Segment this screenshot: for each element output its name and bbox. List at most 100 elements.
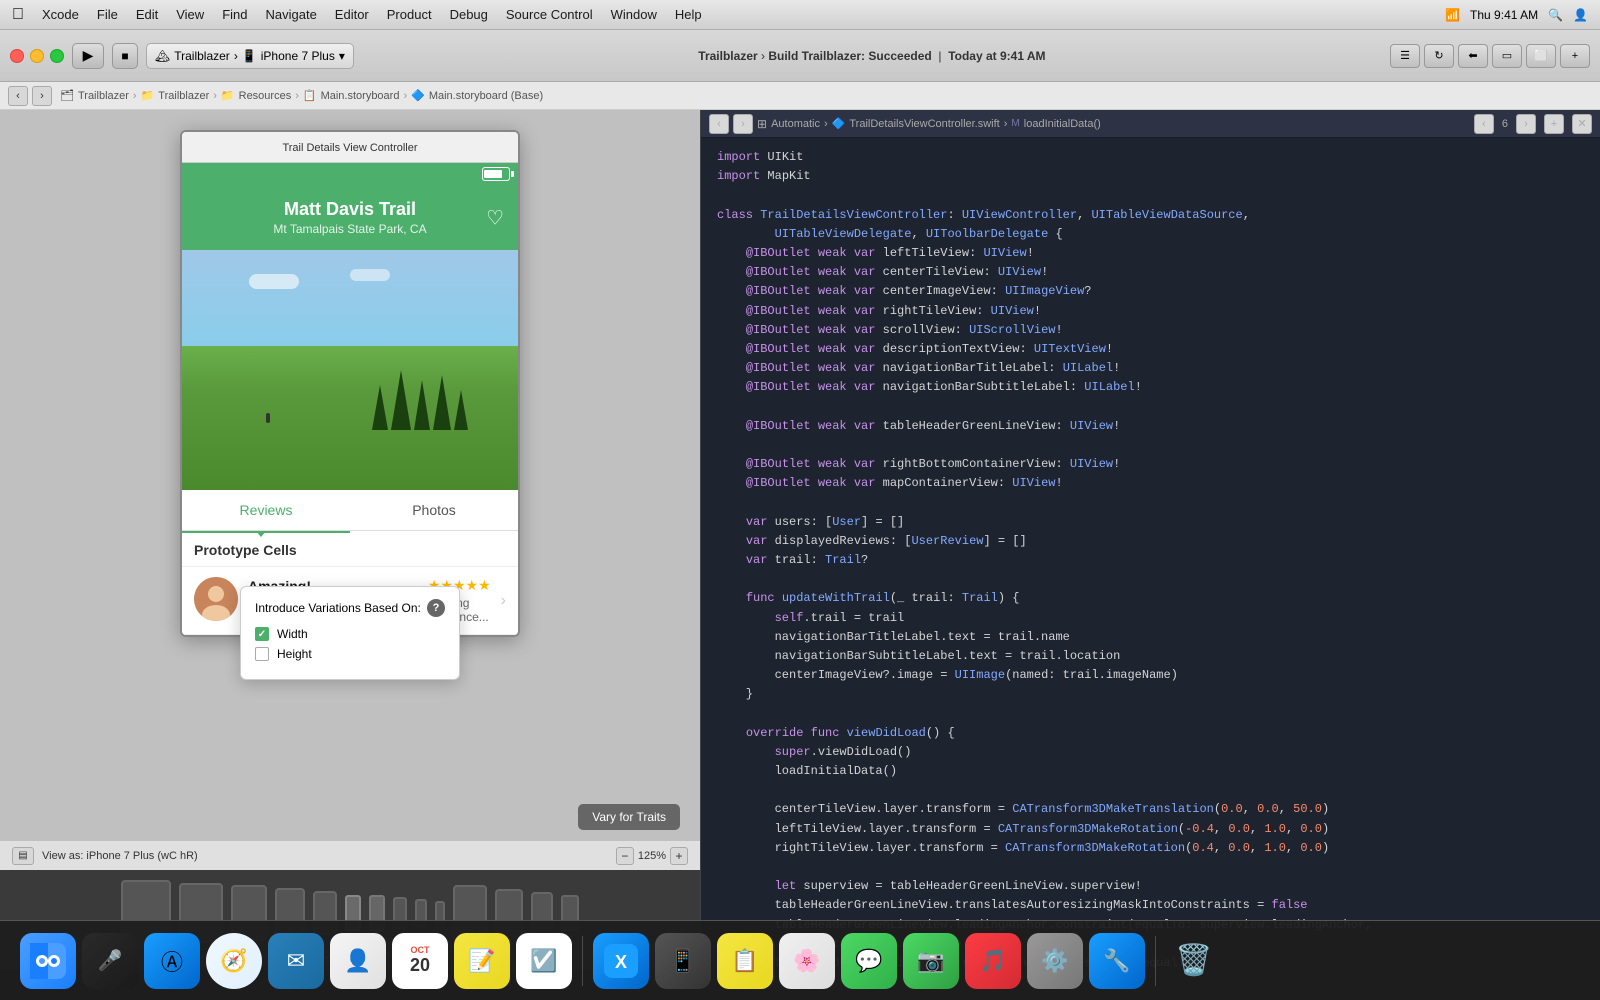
dock-xcode[interactable]: X — [593, 933, 649, 989]
breadcrumb-item-1[interactable]: Trailblazer — [78, 90, 129, 102]
code-nav-next[interactable]: › — [733, 114, 753, 134]
trail-image — [182, 250, 518, 490]
tooltip-option-height[interactable]: Height — [255, 647, 445, 661]
help-icon[interactable]: ? — [427, 599, 445, 617]
add-pane-button[interactable]: + — [1560, 44, 1590, 68]
dock-siri[interactable]: 🎤 — [82, 933, 138, 989]
layout-list-button[interactable]: ☰ — [1390, 44, 1420, 68]
split-pane-button[interactable]: ⬜ — [1526, 44, 1556, 68]
zoom-in-button[interactable]: + — [670, 847, 688, 865]
finder-icon — [30, 943, 66, 979]
checkmark-icon: ✓ — [258, 629, 266, 640]
dock-photos[interactable]: 🌸 — [779, 933, 835, 989]
minimize-button[interactable] — [30, 49, 44, 63]
build-label: Build Trailblazer: — [768, 49, 865, 63]
dock-notes[interactable]: 📝 — [454, 933, 510, 989]
menu-debug[interactable]: Debug — [450, 7, 488, 22]
height-label: Height — [277, 647, 312, 661]
code-line: class TrailDetailsViewController: UIView… — [717, 206, 1584, 225]
panel-toggle-button[interactable]: ▤ — [12, 847, 34, 865]
dev-icon: 🔧 — [1103, 948, 1130, 974]
run-button[interactable]: ▶ — [72, 43, 104, 69]
menu-source-control[interactable]: Source Control — [506, 7, 593, 22]
menu-xcode[interactable]: Xcode — [42, 7, 79, 22]
build-status-area: Trailblazer › Build Trailblazer: Succeed… — [362, 49, 1382, 63]
code-line: @IBOutlet weak var scrollView: UIScrollV… — [717, 321, 1584, 340]
scheme-selector[interactable]: 🏔 Trailblazer › 📱 iPhone 7 Plus ▾ — [146, 43, 354, 69]
code-next-issue[interactable]: › — [1516, 114, 1536, 134]
dock-dev[interactable]: 🔧 — [1089, 933, 1145, 989]
dock-notes2[interactable]: 📋 — [717, 933, 773, 989]
menu-navigate[interactable]: Navigate — [265, 7, 316, 22]
dock-appstore[interactable]: Ⓐ — [144, 933, 200, 989]
code-nav-prev[interactable]: ‹ — [709, 114, 729, 134]
battery-tip — [511, 171, 514, 177]
tab-photos[interactable]: Photos — [350, 490, 518, 530]
bottom-toolbar: ▤ View as: iPhone 7 Plus (wC hR) − 125% … — [0, 840, 700, 870]
add-editor-button[interactable]: + — [1544, 114, 1564, 134]
menu-view[interactable]: View — [176, 7, 204, 22]
layout-icon: ⊞ — [757, 117, 767, 131]
dock-calendar[interactable]: OCT 20 — [392, 933, 448, 989]
menu-help[interactable]: Help — [675, 7, 702, 22]
single-pane-button[interactable]: ▭ — [1492, 44, 1522, 68]
user-icon[interactable]: 👤 — [1573, 8, 1588, 22]
storyboard-canvas[interactable]: Trail Details View Controller Matt Davis… — [0, 110, 700, 840]
zoom-out-button[interactable]: − — [616, 847, 634, 865]
navigate-back-button[interactable]: ⬅ — [1458, 44, 1488, 68]
maximize-button[interactable] — [50, 49, 64, 63]
battery-fill — [484, 170, 502, 178]
breadcrumb-item-3[interactable]: Resources — [239, 90, 292, 102]
code-line: centerImageView?.image = UIImage(named: … — [717, 666, 1584, 685]
status-bar — [182, 163, 518, 185]
search-icon[interactable]: 🔍 — [1548, 8, 1563, 22]
refresh-button[interactable]: ↻ — [1424, 44, 1454, 68]
breadcrumb-item-4[interactable]: Main.storyboard — [321, 90, 400, 102]
zoom-controls: − 125% + — [616, 847, 688, 865]
dock-settings[interactable]: ⚙️ — [1027, 933, 1083, 989]
menu-window[interactable]: Window — [611, 7, 657, 22]
dock-simulator[interactable]: 📱 — [655, 933, 711, 989]
dock-reminders[interactable]: ☑️ — [516, 933, 572, 989]
width-checkbox[interactable]: ✓ — [255, 627, 269, 641]
vary-for-traits-button[interactable]: Vary for Traits — [578, 804, 680, 830]
tree-5 — [454, 390, 468, 430]
code-breadcrumb-sep2: › — [1004, 118, 1008, 130]
code-line: @IBOutlet weak var descriptionTextView: … — [717, 340, 1584, 359]
height-checkbox[interactable] — [255, 647, 269, 661]
method-name-label[interactable]: loadInitialData() — [1024, 118, 1101, 130]
code-area[interactable]: import UIKit import MapKit class TrailDe… — [701, 138, 1600, 970]
nav-next-button[interactable]: › — [32, 86, 52, 106]
close-editor-button[interactable]: ✕ — [1572, 114, 1592, 134]
dock-itunes[interactable]: 🎵 — [965, 933, 1021, 989]
tree-1 — [372, 385, 388, 430]
avatar — [194, 577, 238, 621]
menu-product[interactable]: Product — [387, 7, 432, 22]
cell-disclosure-arrow: › — [501, 577, 506, 624]
breadcrumb-item-5[interactable]: Main.storyboard (Base) — [429, 90, 543, 102]
tooltip-option-width[interactable]: ✓ Width — [255, 627, 445, 641]
nav-prev-button[interactable]: ‹ — [8, 86, 28, 106]
dock-facetime[interactable]: 📷 — [903, 933, 959, 989]
code-prev-issue[interactable]: ‹ — [1474, 114, 1494, 134]
file-name-label[interactable]: TrailDetailsViewController.swift — [849, 118, 999, 130]
close-button[interactable] — [10, 49, 24, 63]
tab-reviews[interactable]: Reviews — [182, 490, 350, 530]
dock-mail[interactable]: ✉ — [268, 933, 324, 989]
dock-finder[interactable] — [20, 933, 76, 989]
menu-find[interactable]: Find — [222, 7, 247, 22]
apple-menu[interactable]:  — [12, 6, 24, 24]
dock-trash[interactable]: 🗑️ — [1166, 933, 1222, 989]
dock: 🎤 Ⓐ 🧭 ✉ 👤 OCT 20 📝 ☑️ X 📱 📋 🌸 💬 📷 — [0, 920, 1600, 1000]
menu-edit[interactable]: Edit — [136, 7, 158, 22]
auto-mode-label[interactable]: Automatic — [771, 118, 820, 130]
breadcrumb-item-2[interactable]: Trailblazer — [158, 90, 209, 102]
menu-file[interactable]: File — [97, 7, 118, 22]
dock-messages[interactable]: 💬 — [841, 933, 897, 989]
menu-editor[interactable]: Editor — [335, 7, 369, 22]
dock-contacts[interactable]: 👤 — [330, 933, 386, 989]
dock-safari[interactable]: 🧭 — [206, 933, 262, 989]
stop-button[interactable]: ■ — [112, 43, 138, 69]
favorite-button[interactable]: ♡ — [486, 205, 504, 230]
avatar-image — [194, 577, 238, 621]
